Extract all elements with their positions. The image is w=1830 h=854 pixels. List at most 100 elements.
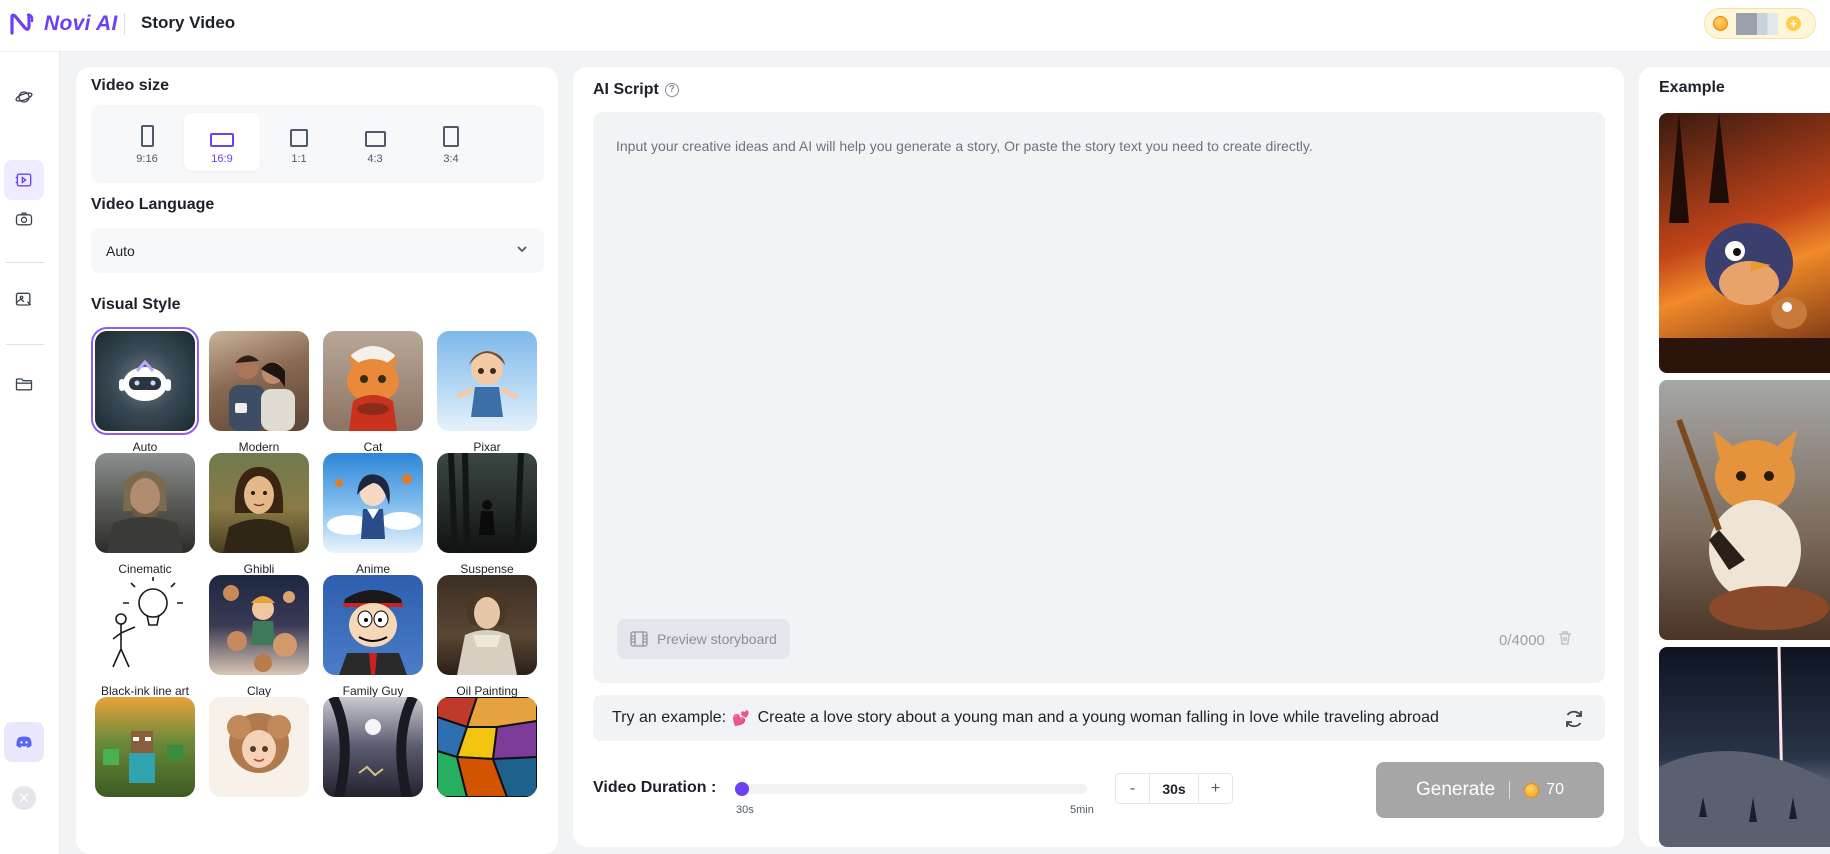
style-card-dark-fantasy[interactable]	[319, 693, 427, 829]
duration-slider[interactable]	[735, 782, 1087, 796]
settings-panel: Video size 9:16 16:9 1:1 4:3 3:4 Video L…	[76, 67, 558, 854]
size-label: 3:4	[443, 153, 459, 165]
size-label: 4:3	[367, 153, 383, 165]
sidebar-item-story-video[interactable]	[4, 160, 44, 200]
credits-pill[interactable]: +	[1704, 8, 1816, 39]
coin-icon	[1524, 782, 1540, 798]
add-credits-button[interactable]: +	[1786, 16, 1801, 31]
x-social-button[interactable]: ✕	[4, 778, 44, 818]
landscape-shape-icon	[364, 131, 386, 147]
size-option-9-16[interactable]: 9:16	[109, 113, 185, 171]
increase-duration-button[interactable]: +	[1199, 773, 1232, 804]
refresh-icon[interactable]	[1563, 708, 1585, 735]
duration-min-label: 30s	[736, 804, 754, 816]
style-thumb-ghibli	[209, 453, 309, 553]
style-card-ghibli[interactable]: Ghibli	[205, 449, 313, 585]
style-thumb-stained-glass	[437, 697, 537, 797]
style-card-minecraft[interactable]	[91, 693, 199, 829]
discord-button[interactable]	[4, 722, 44, 762]
size-label: 1:1	[291, 153, 307, 165]
visual-style-title: Visual Style	[91, 296, 181, 313]
ai-script-label: AI Script	[593, 81, 659, 98]
credit-balance	[1736, 12, 1778, 35]
style-thumb-suspense	[437, 453, 537, 553]
style-card-cinematic[interactable]: Cinematic	[91, 449, 199, 585]
style-card-curly-girl[interactable]	[205, 693, 313, 829]
style-card-modern[interactable]: Modern	[205, 327, 313, 463]
brand-logo[interactable]: Novi AI	[8, 10, 118, 38]
rail-divider	[6, 262, 44, 263]
generate-label: Generate	[1415, 779, 1496, 800]
char-counter: 0/4000	[1499, 630, 1573, 650]
image-edit-icon	[15, 292, 32, 306]
decrease-duration-button[interactable]: -	[1116, 773, 1149, 804]
square-shape-icon	[290, 129, 308, 147]
size-option-4-3[interactable]: 4:3	[337, 113, 413, 171]
sidebar-item-files[interactable]	[4, 364, 44, 404]
video-size-title: Video size	[91, 77, 169, 94]
example-image-space[interactable]	[1659, 647, 1830, 847]
generate-divider	[1509, 781, 1511, 799]
title-divider	[124, 13, 125, 35]
film-icon	[630, 631, 648, 647]
page-title: Story Video	[141, 13, 236, 32]
style-card-stained-glass[interactable]	[433, 693, 541, 829]
generate-button[interactable]: Generate 70	[1376, 762, 1604, 818]
sidebar-item-camera[interactable]	[4, 199, 44, 239]
script-textarea[interactable]: Input your creative ideas and AI will he…	[593, 112, 1605, 683]
style-thumb-modern	[209, 331, 309, 431]
novi-logo-icon	[10, 13, 34, 35]
example-text[interactable]: Create a love story about a young man an…	[758, 709, 1439, 727]
style-card-cat[interactable]: Cat	[319, 327, 427, 463]
sidebar-rail: ✕	[0, 52, 60, 854]
language-select[interactable]: Auto	[91, 228, 544, 273]
char-count: 0/4000	[1499, 631, 1545, 649]
style-thumb-minecraft	[95, 697, 195, 797]
preview-storyboard-button[interactable]: Preview storyboard	[617, 619, 790, 659]
example-image-cat[interactable]	[1659, 380, 1830, 640]
brand-name: Novi AI	[44, 12, 118, 35]
example-prompt-bar[interactable]: Try an example: 💕 Create a love story ab…	[593, 695, 1605, 741]
size-option-1-1[interactable]: 1:1	[261, 113, 337, 171]
style-thumb-dark-fantasy	[323, 697, 423, 797]
style-card-pixar[interactable]: Pixar	[433, 327, 541, 463]
style-card-anime[interactable]: Anime	[319, 449, 427, 585]
preview-storyboard-label: Preview storyboard	[657, 631, 777, 647]
style-card-family-guy[interactable]: Family Guy	[319, 571, 427, 707]
generate-cost-value: 70	[1546, 781, 1565, 798]
style-card-clay[interactable]: Clay	[205, 571, 313, 707]
help-icon[interactable]: ?	[664, 83, 679, 97]
duration-slider-handle[interactable]	[735, 782, 749, 796]
style-card-suspense[interactable]: Suspense	[433, 449, 541, 585]
top-bar: Novi AI Story Video +	[0, 0, 1830, 52]
robot-icon	[119, 359, 171, 401]
style-thumb-anime	[323, 453, 423, 553]
style-card-black-ink[interactable]: Black-ink line art	[91, 571, 199, 707]
trash-icon[interactable]	[1557, 630, 1573, 650]
duration-value: 30s	[1149, 773, 1199, 804]
chevron-down-icon	[515, 242, 529, 259]
discord-icon	[16, 736, 32, 748]
video-duration-label: Video Duration :	[593, 779, 717, 796]
example-panel: Example	[1639, 67, 1830, 847]
hearts-emoji-icon: 💕	[732, 709, 750, 726]
style-thumb-pixar	[437, 331, 537, 431]
script-placeholder: Input your creative ideas and AI will he…	[616, 138, 1313, 154]
sidebar-item-image-edit[interactable]	[4, 280, 44, 320]
portrait-shape-icon	[443, 126, 459, 147]
ai-script-title: AI Script ?	[593, 81, 679, 99]
style-thumb-oil-painting	[437, 575, 537, 675]
style-card-auto[interactable]: Auto	[91, 327, 199, 463]
sidebar-item-explore[interactable]	[4, 77, 44, 117]
style-thumb-clay	[209, 575, 309, 675]
style-thumb-auto	[91, 327, 199, 435]
portrait-shape-icon	[140, 125, 154, 147]
style-thumb-black-ink	[95, 575, 195, 675]
style-card-oil-painting[interactable]: Oil Painting	[433, 571, 541, 707]
size-option-3-4[interactable]: 3:4	[413, 113, 489, 171]
size-label: 9:16	[136, 153, 158, 165]
x-icon: ✕	[12, 786, 36, 810]
video-size-selector: 9:16 16:9 1:1 4:3 3:4	[91, 105, 544, 183]
size-option-16-9[interactable]: 16:9	[184, 113, 260, 171]
example-image-birds[interactable]	[1659, 113, 1830, 373]
